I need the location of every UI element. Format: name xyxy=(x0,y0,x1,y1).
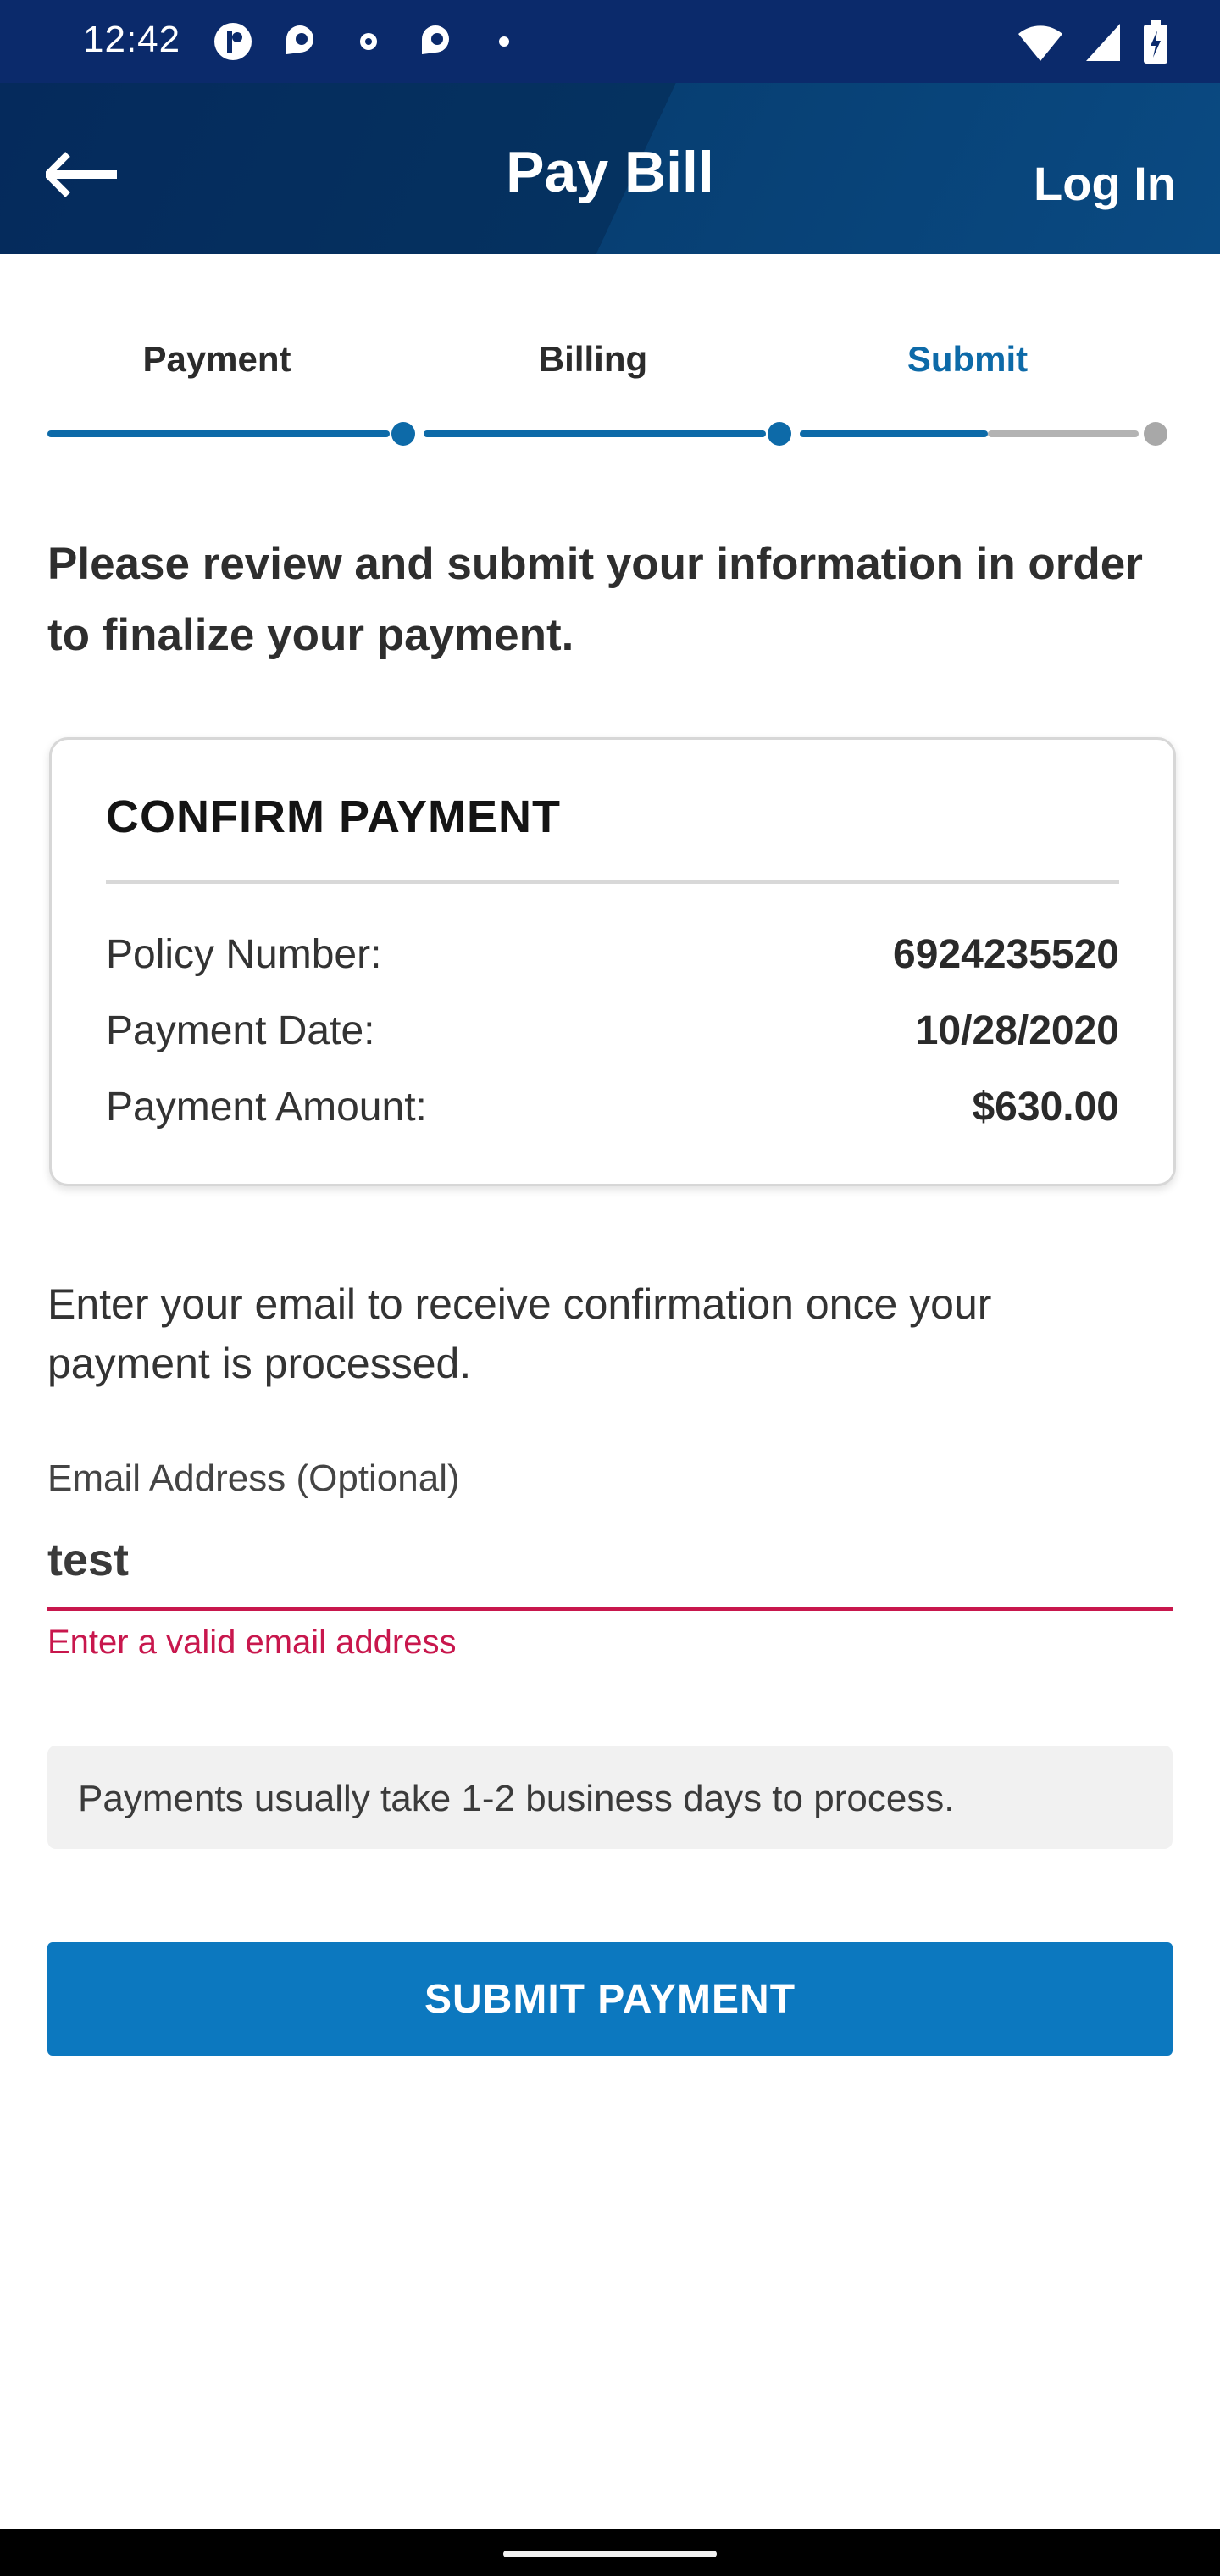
wifi-icon xyxy=(1018,25,1062,61)
progress-dot-2 xyxy=(768,422,791,446)
step-submit: Submit xyxy=(907,339,1029,379)
email-field[interactable] xyxy=(47,1513,1173,1611)
progress-segment-3-remaining xyxy=(988,430,1139,437)
small-dot-icon xyxy=(360,33,377,50)
login-link[interactable]: Log In xyxy=(1034,156,1176,211)
home-gesture-pill[interactable] xyxy=(503,2551,717,2557)
intro-text: Please review and submit your informatio… xyxy=(47,539,1143,660)
progress-segment-3-filled xyxy=(800,430,988,437)
step-billing: Billing xyxy=(538,339,648,379)
submit-payment-button[interactable]: SUBMIT PAYMENT xyxy=(47,1942,1173,2056)
stepper: Payment Billing Submit xyxy=(0,339,1220,390)
step-progress-bar xyxy=(47,422,1173,446)
progress-dot-1 xyxy=(391,422,415,446)
payment-amount-label: Payment Amount: xyxy=(106,1085,427,1130)
signal-icon xyxy=(1086,24,1120,61)
notification-icon xyxy=(214,23,252,60)
payment-date-value: 10/28/2020 xyxy=(915,1008,1119,1053)
processing-info-text: Payments usually take 1-2 business days … xyxy=(78,1778,955,1819)
battery-icon xyxy=(1144,20,1167,64)
step-payment: Payment xyxy=(142,339,291,379)
confirm-payment-card: CONFIRM PAYMENT Policy Number: 692423552… xyxy=(49,737,1176,1186)
dot-icon xyxy=(499,36,509,47)
progress-segment-2 xyxy=(424,430,766,437)
payment-date-row: Payment Date: 10/28/2020 xyxy=(106,1008,1119,1058)
status-bar: 12:42 xyxy=(0,0,1220,83)
progress-segment-1 xyxy=(47,430,390,437)
status-time: 12:42 xyxy=(83,19,181,60)
progress-dot-3 xyxy=(1144,422,1167,446)
policy-number-label: Policy Number: xyxy=(106,932,382,977)
email-instructions: Enter your email to receive confirmation… xyxy=(47,1280,992,1387)
email-error-message: Enter a valid email address xyxy=(47,1624,457,1661)
policy-number-value: 6924235520 xyxy=(893,932,1119,977)
status-system-icons xyxy=(1017,20,1169,64)
processing-info-box: Payments usually take 1-2 business days … xyxy=(47,1746,1173,1849)
payment-amount-row: Payment Amount: $630.00 xyxy=(106,1084,1119,1135)
status-notification-icons xyxy=(212,20,525,63)
payment-amount-value: $630.00 xyxy=(972,1085,1119,1130)
app-header: Pay Bill Log In xyxy=(0,83,1220,254)
app-icon xyxy=(286,25,313,54)
app-icon xyxy=(422,25,449,54)
email-label: Email Address (Optional) xyxy=(47,1457,460,1499)
payment-date-label: Payment Date: xyxy=(106,1008,375,1053)
system-nav-bar xyxy=(0,2529,1220,2576)
card-divider xyxy=(106,880,1119,884)
policy-number-row: Policy Number: 6924235520 xyxy=(106,931,1119,982)
card-title: CONFIRM PAYMENT xyxy=(106,791,562,842)
